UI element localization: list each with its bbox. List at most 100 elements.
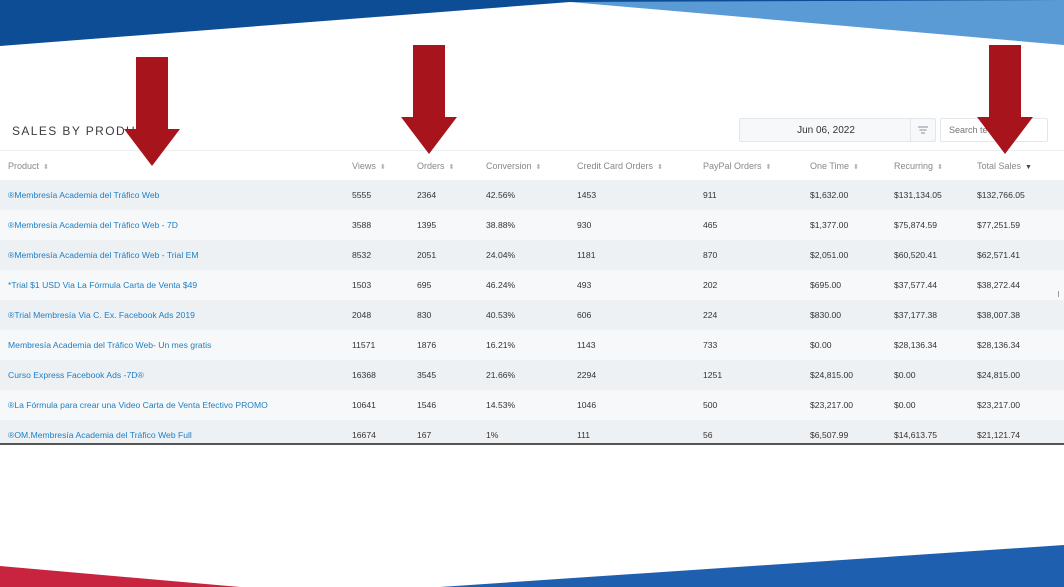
one-time-cell: $23,217.00	[810, 400, 854, 410]
credit-card-orders-cell: 2294	[577, 370, 597, 380]
total-sales-cell: $38,007.38	[977, 310, 1021, 320]
conversion-cell: 40.53%	[486, 310, 516, 320]
column-header-total-sales[interactable]: Total Sales ▼	[977, 151, 1032, 183]
sort-desc-icon: ▼	[1025, 164, 1032, 171]
total-sales-cell: $38,272.44	[977, 280, 1021, 290]
date-picker[interactable]: Jun 06, 2022	[739, 118, 936, 142]
recurring-cell: $37,177.38	[894, 310, 938, 320]
down-arrow-icon	[977, 45, 1033, 154]
table-row: ®Membresía Academia del Tráfico Web 5555 2…	[0, 180, 1064, 210]
product-name-cell[interactable]: Curso Express Facebook Ads -7D®	[8, 360, 144, 390]
sort-arrows-icon: ⬍	[379, 164, 386, 171]
table-row: ®La Fórmula para crear una Video Carta d…	[0, 390, 1064, 420]
top-band-light	[570, 0, 1064, 45]
table-row: *Trial $1 USD Via La Fórmula Carta de Ve…	[0, 270, 1064, 300]
total-sales-cell: $24,815.00	[977, 370, 1021, 380]
conversion-cell: 38.88%	[486, 220, 516, 230]
orders-cell: 2051	[417, 250, 437, 260]
views-cell: 1503	[352, 280, 372, 290]
table-row: ®OM.Membresía Academia del Tráfico Web F…	[0, 420, 1064, 444]
orders-cell: 1876	[417, 340, 437, 350]
sort-arrows-icon: ⬍	[853, 164, 859, 171]
recurring-cell: $37,577.44	[894, 280, 938, 290]
column-header-recurring[interactable]: Recurring ⬍	[894, 151, 943, 183]
orders-cell: 3545	[417, 370, 437, 380]
recurring-cell: $28,136.34	[894, 340, 938, 350]
table-row: ®Membresía Academia del Tráfico Web - 7D…	[0, 210, 1064, 240]
paypal-orders-cell: 56	[703, 430, 713, 440]
product-name-cell[interactable]: ®La Fórmula para crear una Video Carta d…	[8, 390, 268, 420]
views-cell: 11571	[352, 340, 376, 350]
credit-card-orders-cell: 930	[577, 220, 592, 230]
paypal-orders-cell: 870	[703, 250, 718, 260]
one-time-cell: $2,051.00	[810, 250, 849, 260]
conversion-cell: 1%	[486, 430, 499, 440]
total-sales-cell: $132,766.05	[977, 190, 1025, 200]
product-name-cell[interactable]: ®Membresía Academia del Tráfico Web - 7D	[8, 210, 178, 240]
product-name-cell[interactable]: ®OM.Membresía Academia del Tráfico Web F…	[8, 420, 192, 444]
sort-arrows-icon: ⬍	[657, 164, 663, 171]
credit-card-orders-cell: 1453	[577, 190, 597, 200]
product-name-cell[interactable]: ®Trial Membresía Via C. Ex. Facebook Ads…	[8, 300, 195, 330]
paypal-orders-cell: 500	[703, 400, 718, 410]
recurring-cell: $131,134.05	[894, 190, 942, 200]
table-row: ®Membresía Academia del Tráfico Web - Tr…	[0, 240, 1064, 270]
total-sales-cell: $23,217.00	[977, 400, 1021, 410]
product-name-cell[interactable]: Membresía Academia del Tráfico Web- Un m…	[8, 330, 211, 360]
total-sales-cell: $62,571.41	[977, 250, 1021, 260]
conversion-cell: 14.53%	[486, 400, 516, 410]
views-cell: 3588	[352, 220, 372, 230]
sort-arrows-icon: ⬍	[448, 164, 455, 171]
sort-arrows-icon: ⬍	[43, 164, 49, 171]
column-header-paypal-orders[interactable]: PayPal Orders ⬍	[703, 151, 771, 183]
conversion-cell: 16.21%	[486, 340, 516, 350]
paypal-orders-cell: 202	[703, 280, 718, 290]
total-sales-cell: $28,136.34	[977, 340, 1021, 350]
column-header-one-time[interactable]: One Time ⬍	[810, 151, 859, 183]
total-sales-cell: $21,121.74	[977, 430, 1021, 440]
column-header-credit-card-orders[interactable]: Credit Card Orders ⬍	[577, 151, 663, 183]
credit-card-orders-cell: 1046	[577, 400, 597, 410]
paypal-orders-cell: 1251	[703, 370, 723, 380]
one-time-cell: $695.00	[810, 280, 842, 290]
credit-card-orders-cell: 606	[577, 310, 592, 320]
views-cell: 5555	[352, 190, 372, 200]
one-time-cell: $1,632.00	[810, 190, 849, 200]
product-name-cell[interactable]: ®Membresía Academia del Tráfico Web - Tr…	[8, 240, 199, 270]
table-row: Membresía Academia del Tráfico Web- Un m…	[0, 330, 1064, 360]
column-header-views[interactable]: Views ⬍	[352, 151, 386, 183]
paypal-orders-cell: 224	[703, 310, 718, 320]
orders-cell: 695	[417, 280, 432, 290]
product-name-cell[interactable]: *Trial $1 USD Via La Fórmula Carta de Ve…	[8, 270, 197, 300]
down-arrow-icon	[124, 57, 180, 166]
bottom-band-blue	[440, 545, 1064, 587]
paypal-orders-cell: 733	[703, 340, 718, 350]
paypal-orders-cell: 911	[703, 190, 717, 200]
recurring-cell: $14,613.75	[894, 430, 938, 440]
recurring-cell: $0.00	[894, 400, 916, 410]
conversion-cell: 42.56%	[486, 190, 516, 200]
product-name-cell[interactable]: ®Membresía Academia del Tráfico Web	[8, 180, 159, 210]
one-time-cell: $0.00	[810, 340, 832, 350]
conversion-cell: 21.66%	[486, 370, 516, 380]
bottom-band-red	[0, 566, 240, 587]
conversion-cell: 24.04%	[486, 250, 516, 260]
orders-cell: 1546	[417, 400, 437, 410]
views-cell: 8532	[352, 250, 372, 260]
total-sales-cell: $77,251.59	[977, 220, 1021, 230]
recurring-cell: $75,874.59	[894, 220, 938, 230]
column-header-conversion[interactable]: Conversion ⬍	[486, 151, 541, 183]
views-cell: 2048	[352, 310, 372, 320]
paypal-orders-cell: 465	[703, 220, 718, 230]
sort-arrows-icon: ⬍	[765, 164, 772, 171]
one-time-cell: $24,815.00	[810, 370, 854, 380]
orders-cell: 2364	[417, 190, 437, 200]
column-header-product[interactable]: Product ⬍	[8, 151, 49, 183]
credit-card-orders-cell: 493	[577, 280, 592, 290]
filter-button[interactable]	[910, 119, 935, 141]
scroll-edge-marker	[1058, 291, 1063, 297]
column-header-orders[interactable]: Orders ⬍	[417, 151, 454, 183]
divider	[0, 443, 1064, 445]
orders-cell: 830	[417, 310, 432, 320]
one-time-cell: $1,377.00	[810, 220, 849, 230]
